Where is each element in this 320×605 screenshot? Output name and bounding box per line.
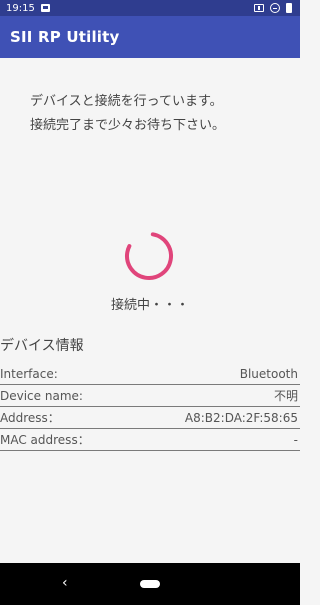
app-bar: SII RP Utility	[0, 16, 300, 58]
vibrate-icon	[254, 4, 264, 12]
info-row-device-name: Device name: 不明	[0, 385, 300, 407]
info-value: -	[293, 432, 298, 447]
battery-icon	[286, 3, 292, 13]
info-value: 不明	[273, 389, 298, 403]
info-label: MAC address：	[0, 433, 90, 447]
chevron-left-icon[interactable]: ‹	[62, 575, 68, 591]
connection-message: デバイスと接続を行っています。 接続完了まで少々お待ち下さい。	[30, 94, 226, 133]
connecting-label: 接続中・・・	[110, 298, 189, 313]
do-not-disturb-icon	[270, 3, 280, 13]
loading-spinner-icon	[125, 232, 173, 280]
info-label: Address：	[0, 411, 60, 425]
image-icon	[40, 4, 50, 12]
info-label: Device name:	[0, 388, 83, 403]
navigation-bar: ‹	[0, 563, 300, 605]
status-bar: 19:15	[0, 0, 300, 16]
info-value: A8:B2:DA:2F:58:65	[184, 410, 298, 425]
info-value: Bluetooth	[239, 366, 298, 381]
app-title: SII RP Utility	[10, 28, 120, 46]
device-info-table: Interface: Bluetooth Device name: 不明 Add…	[0, 363, 300, 451]
info-row-interface: Interface: Bluetooth	[0, 363, 300, 385]
section-title: デバイス情報	[0, 338, 84, 354]
status-time: 19:15	[6, 2, 35, 14]
status-icons	[254, 3, 292, 13]
info-label: Interface:	[0, 366, 58, 381]
spinner-arc	[125, 232, 173, 280]
main-content: デバイスと接続を行っています。 接続完了まで少々お待ち下さい。 接続中・・・ デ…	[0, 58, 300, 563]
home-pill-icon[interactable]	[140, 580, 160, 588]
info-row-mac-address: MAC address： -	[0, 429, 300, 451]
info-row-address: Address： A8:B2:DA:2F:58:65	[0, 407, 300, 429]
